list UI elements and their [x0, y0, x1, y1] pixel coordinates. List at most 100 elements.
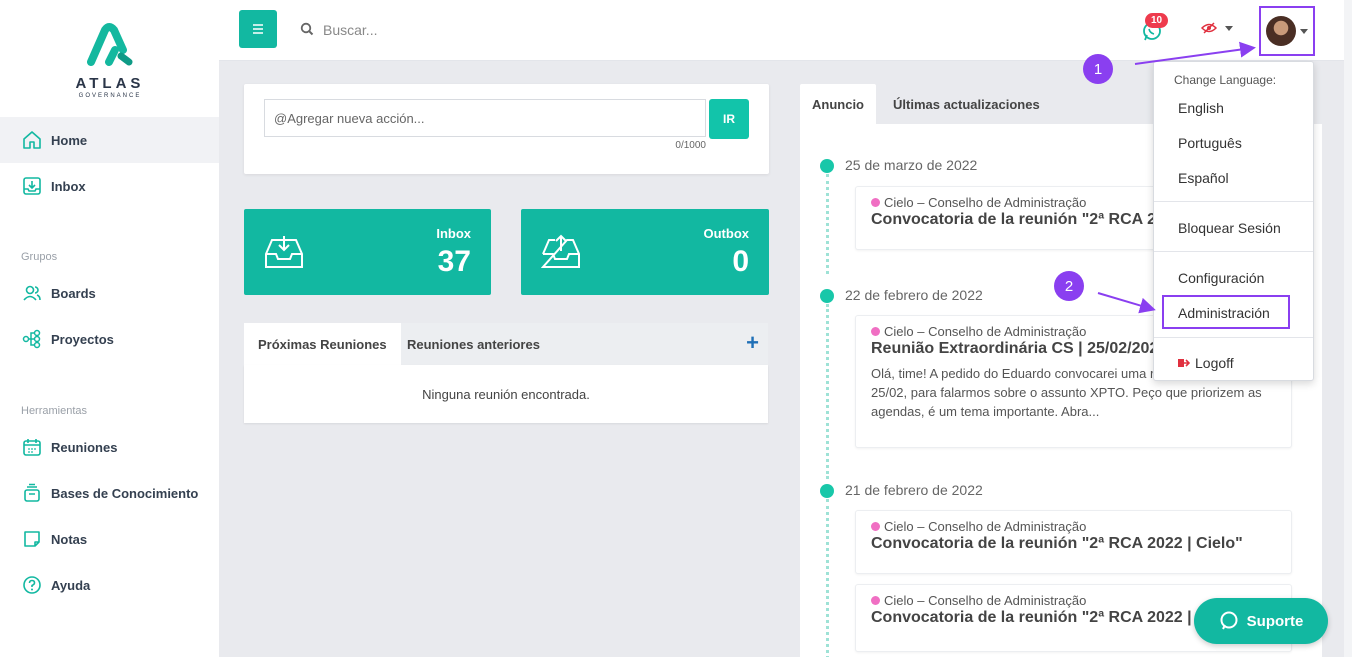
news-org: Cielo – Conselho de Administração [884, 324, 1087, 339]
stat-value: 37 [437, 245, 471, 278]
menu-item-configuracion[interactable]: Configuración [1178, 270, 1264, 286]
meetings-card: Próximas Reuniones Reuniones anteriores … [244, 323, 768, 423]
inbox-tray-icon [265, 236, 303, 268]
new-action-card: IR 0/1000 [244, 84, 769, 174]
sidebar-item-label: Notas [51, 531, 88, 547]
inbox-icon [22, 176, 42, 196]
timeline-dot [820, 159, 834, 173]
char-counter: 0/1000 [675, 140, 706, 151]
timeline-date: 22 de febrero de 2022 [845, 287, 983, 303]
sidebar-item-proyectos[interactable]: Proyectos [0, 316, 219, 362]
topbar: 10 [219, 0, 1352, 61]
sidebar-item-label: Proyectos [51, 331, 114, 347]
help-icon [22, 575, 42, 595]
logout-icon [1178, 359, 1190, 367]
sidebar-item-reuniones[interactable]: Reuniones [0, 424, 219, 470]
timeline-dot [820, 289, 834, 303]
stat-label: Outbox [703, 226, 750, 241]
sidebar: ATLAS GOVERNANCE Home Inbox Grupos Board… [0, 0, 219, 657]
support-label: Suporte [1246, 612, 1304, 630]
menu-item-espanol[interactable]: Español [1178, 170, 1229, 186]
sidebar-item-label: Reuniones [51, 439, 118, 455]
menu-item-administracion[interactable]: Administración [1178, 305, 1270, 321]
org-dot [871, 522, 880, 531]
inbox-stat-card[interactable]: Inbox 37 [244, 209, 491, 295]
chevron-down-icon [1300, 28, 1308, 34]
meetings-empty-message: Ninguna reunión encontrada. [244, 365, 768, 423]
annotation-badge-1: 1 [1083, 54, 1113, 84]
news-org: Cielo – Conselho de Administração [884, 519, 1087, 534]
menu-item-logoff[interactable]: Logoff [1178, 355, 1234, 371]
sidebar-item-boards[interactable]: Boards [0, 270, 219, 316]
sidebar-item-home[interactable]: Home [0, 117, 219, 163]
sidebar-item-label: Home [51, 132, 88, 148]
chat-bubble-icon [1220, 611, 1238, 630]
search-icon [300, 22, 314, 36]
timeline-line [826, 174, 829, 274]
org-dot [871, 596, 880, 605]
divider [1154, 201, 1313, 202]
user-dropdown-menu: Change Language: English Português Españ… [1153, 61, 1314, 381]
notification-badge: 10 [1145, 13, 1169, 28]
news-org: Cielo – Conselho de Administração [884, 593, 1087, 608]
logoff-label: Logoff [1195, 355, 1234, 371]
tab-anuncio[interactable]: Anuncio [800, 84, 876, 124]
sidebar-item-label: Inbox [51, 178, 86, 194]
home-icon [22, 130, 42, 150]
avatar [1266, 16, 1296, 46]
org-dot [871, 198, 880, 207]
sidebar-item-label: Bases de Conocimiento [51, 485, 199, 501]
search-input[interactable] [323, 17, 723, 43]
new-action-input[interactable] [264, 99, 706, 137]
calendar-icon [22, 437, 42, 457]
menu-toggle-button[interactable] [239, 10, 277, 48]
stat-value: 0 [732, 245, 749, 278]
note-icon [22, 529, 42, 549]
users-icon [22, 283, 42, 303]
org-dot [871, 327, 880, 336]
sidebar-item-label: Ayuda [51, 577, 91, 593]
timeline-date: 25 de marzo de 2022 [845, 157, 978, 173]
atlas-logo-icon [87, 23, 133, 66]
news-title: Convocatoria de la reunión "2ª RCA 2022 … [871, 535, 1243, 552]
user-menu-button[interactable] [1259, 6, 1315, 56]
tab-reuniones-anteriores[interactable]: Reuniones anteriores [393, 323, 554, 365]
outbox-stat-card[interactable]: Outbox 0 [521, 209, 769, 295]
brand-tagline: GOVERNANCE [78, 93, 142, 99]
hamburger-icon [253, 24, 263, 34]
chevron-down-icon [1225, 25, 1233, 31]
timeline-dot [820, 484, 834, 498]
stat-label: Inbox [436, 226, 471, 241]
divider [1154, 251, 1313, 252]
support-chat-button[interactable]: Suporte [1194, 598, 1328, 644]
annotation-badge-2: 2 [1054, 271, 1084, 301]
news-card[interactable]: Cielo – Conselho de Administração Convoc… [855, 510, 1292, 574]
sidebar-item-label: Boards [51, 285, 96, 301]
sidebar-item-bases-de-conocimiento[interactable]: Bases de Conocimiento [0, 470, 219, 516]
outbox-tray-icon [541, 234, 580, 268]
menu-item-english[interactable]: English [1178, 100, 1224, 116]
timeline-date: 21 de febrero de 2022 [845, 482, 983, 498]
meetings-tabs: Próximas Reuniones Reuniones anteriores … [244, 323, 768, 365]
menu-item-portugues[interactable]: Português [1178, 135, 1242, 151]
tab-ultimas-actualizaciones[interactable]: Últimas actualizaciones [881, 84, 1052, 124]
change-language-heading: Change Language: [1174, 73, 1277, 87]
knowledge-icon [22, 483, 42, 503]
atlas-logo[interactable]: ATLAS GOVERNANCE [70, 22, 150, 99]
sidebar-item-notas[interactable]: Notas [0, 516, 219, 562]
sidebar-item-inbox[interactable]: Inbox [0, 163, 219, 209]
add-meeting-icon[interactable]: + [746, 332, 759, 354]
sidebar-item-ayuda[interactable]: Ayuda [0, 562, 219, 608]
menu-item-bloquear-sesion[interactable]: Bloquear Sesión [1178, 220, 1281, 236]
visibility-toggle[interactable] [1201, 22, 1233, 34]
brand-name: ATLAS [75, 75, 145, 92]
tab-proximas-reuniones[interactable]: Próximas Reuniones [244, 323, 401, 365]
project-icon [22, 329, 42, 349]
timeline-line [826, 499, 829, 657]
timeline-line [826, 304, 829, 479]
page-scrollbar[interactable] [1344, 0, 1352, 657]
ir-button[interactable]: IR [709, 99, 749, 139]
eye-off-icon [1201, 22, 1217, 34]
group-title-herramientas: Herramientas [21, 405, 88, 417]
group-title-grupos: Grupos [21, 251, 58, 263]
